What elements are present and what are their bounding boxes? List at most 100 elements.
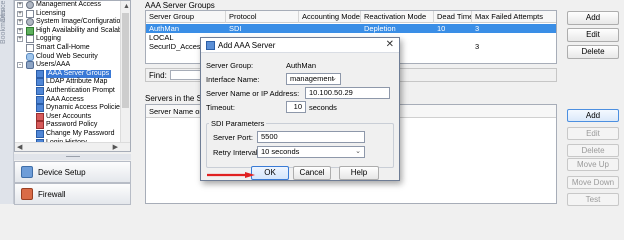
tree-vertical-scrollbar[interactable]: ▲ ▼ — [120, 1, 130, 151]
tree-item[interactable]: + High Availability and Scalabilit — [15, 26, 128, 35]
edit-server-group-button[interactable]: Edit — [567, 28, 619, 42]
firewall-icon — [21, 188, 33, 200]
tree-item[interactable]: Change My Password — [15, 130, 118, 138]
blue-node-icon — [36, 69, 44, 78]
blue-node-icon — [36, 95, 44, 104]
tree-item[interactable]: AAA Access — [15, 95, 118, 104]
expand-icon[interactable]: + — [17, 10, 23, 17]
retry-interval-label: Retry Interval: — [213, 148, 260, 157]
tree-item[interactable]: LDAP Attribute Map — [15, 78, 118, 87]
close-icon[interactable]: ✕ — [386, 39, 394, 50]
column-header[interactable]: Protocol — [226, 11, 299, 23]
tree-item-label: High Availability and Scalabilit — [36, 26, 129, 34]
tree-item[interactable]: Authentication Prompt — [15, 87, 118, 95]
tree-item-label: Cloud Web Security — [36, 52, 98, 60]
tree-item[interactable]: Cloud Web Security — [15, 52, 118, 61]
tree-item-label: Dynamic Access Policies — [46, 104, 124, 112]
tree-item[interactable]: + Logging — [15, 35, 118, 44]
device-setup-label: Device Setup — [38, 167, 86, 177]
table-cell — [434, 33, 472, 42]
tree-item-label: User Accounts — [46, 112, 92, 120]
firewall-button[interactable]: Firewall — [14, 183, 131, 205]
tree-item-label: AAA Server Groups — [46, 69, 112, 78]
tree-item[interactable]: Smart Call-Home — [15, 44, 118, 52]
chevron-down-icon: ⌄ — [331, 75, 337, 82]
interface-label: Interface Name: — [206, 75, 260, 84]
expand-icon[interactable]: + — [17, 19, 23, 26]
red-node-icon — [36, 121, 44, 130]
table-cell: Depletion — [364, 24, 396, 33]
scroll-up-icon[interactable]: ▲ — [123, 3, 130, 10]
server-address-label: Server Name or IP Address: — [206, 89, 300, 98]
firewall-label: Firewall — [38, 189, 66, 199]
tree-horizontal-scrollbar[interactable]: ◀ ▶ — [15, 142, 130, 151]
ok-button[interactable]: OK — [251, 166, 289, 180]
blue-node-icon — [36, 78, 44, 87]
interface-select[interactable]: management ⌄ — [286, 73, 341, 85]
navigation-tree: + Management Access + Licensing + System Imag… — [14, 0, 131, 152]
tree-item[interactable]: + Licensing — [15, 9, 118, 18]
table-cell: 3 — [475, 24, 480, 33]
server-groups-title: AAA Server Groups — [145, 1, 215, 10]
tree-item[interactable]: Dynamic Access Policies — [15, 104, 123, 113]
tree-item[interactable]: + Management Access — [15, 1, 118, 9]
timeout-unit: seconds — [309, 103, 337, 112]
bookmarks-tab[interactable]: Bookmarks — [0, 9, 13, 44]
collapse-icon[interactable]: - — [17, 62, 23, 69]
column-header[interactable]: Max Failed Attempts — [472, 11, 556, 23]
doc-node-icon — [26, 44, 34, 52]
delete-server-button[interactable]: Delete — [567, 144, 619, 157]
test-button[interactable]: Test — [567, 193, 619, 206]
scroll-right-icon[interactable]: ▶ — [113, 143, 118, 151]
edit-server-button[interactable]: Edit — [567, 127, 619, 140]
tree-item[interactable]: Password Policy — [15, 121, 118, 130]
add-server-group-button[interactable]: Add — [567, 11, 619, 25]
annotation-arrow-icon — [207, 172, 255, 178]
tree-item[interactable]: AAA Server Groups — [15, 69, 118, 78]
tree-item[interactable]: - Users/AAA — [15, 61, 118, 70]
timeout-input[interactable]: 10 — [286, 101, 306, 113]
column-header[interactable]: Dead Time — [434, 11, 472, 23]
cancel-button[interactable]: Cancel — [293, 166, 331, 180]
dialog-title-bar[interactable]: Add AAA Server ✕ — [201, 38, 399, 53]
expand-icon[interactable]: + — [17, 27, 23, 34]
sdi-parameters-label: SDI Parameters — [209, 119, 267, 128]
move-down-button[interactable]: Move Down — [567, 176, 619, 189]
table-row[interactable]: AuthMan SDI Depletion 10 3 — [146, 24, 556, 33]
device-setup-button[interactable]: Device Setup — [14, 161, 131, 183]
timeout-label: Timeout: — [206, 103, 235, 112]
scroll-left-icon[interactable]: ◀ — [17, 143, 22, 151]
tree-item[interactable]: User Accounts — [15, 112, 118, 121]
expand-icon[interactable]: + — [17, 2, 23, 8]
blue-node-icon — [36, 104, 44, 113]
users-node-icon — [26, 61, 34, 70]
column-header[interactable]: Reactivation Mode — [361, 11, 434, 23]
retry-interval-value: 10 seconds — [261, 147, 300, 156]
add-server-button[interactable]: Add — [567, 109, 619, 122]
expand-icon[interactable]: + — [17, 36, 23, 43]
table-cell: 10 — [437, 24, 446, 33]
left-vertical-strip: Device Bookmarks — [0, 0, 14, 204]
move-up-button[interactable]: Move Up — [567, 158, 619, 171]
dialog-app-icon — [206, 41, 215, 50]
tree-item-label: Logging — [36, 35, 61, 43]
help-button[interactable]: Help — [339, 166, 379, 180]
server-group-value: AuthMan — [286, 61, 317, 70]
table-header: Server Group Protocol Accounting Mode Re… — [146, 11, 556, 23]
tree-item[interactable]: + System Image/Configuration — [15, 18, 124, 27]
tree-item-label: Authentication Prompt — [46, 87, 115, 94]
column-header[interactable]: Server Group — [146, 11, 226, 23]
table-cell — [299, 24, 361, 33]
nav-splitter[interactable] — [14, 154, 131, 160]
server-port-label: Server Port: — [213, 133, 254, 142]
delete-server-group-button[interactable]: Delete — [567, 45, 619, 59]
retry-interval-select[interactable]: 10 seconds ⌄ — [257, 146, 365, 158]
green-node-icon — [26, 26, 34, 35]
tree-item-label: Licensing — [36, 9, 66, 17]
table-cell — [472, 33, 556, 42]
splitter-grip-icon — [66, 156, 80, 157]
server-address-input[interactable]: 10.100.50.29 — [305, 87, 390, 99]
server-port-input[interactable]: 5500 — [257, 131, 365, 143]
column-header[interactable]: Accounting Mode — [299, 11, 361, 23]
scroll-thumb[interactable] — [122, 13, 129, 108]
